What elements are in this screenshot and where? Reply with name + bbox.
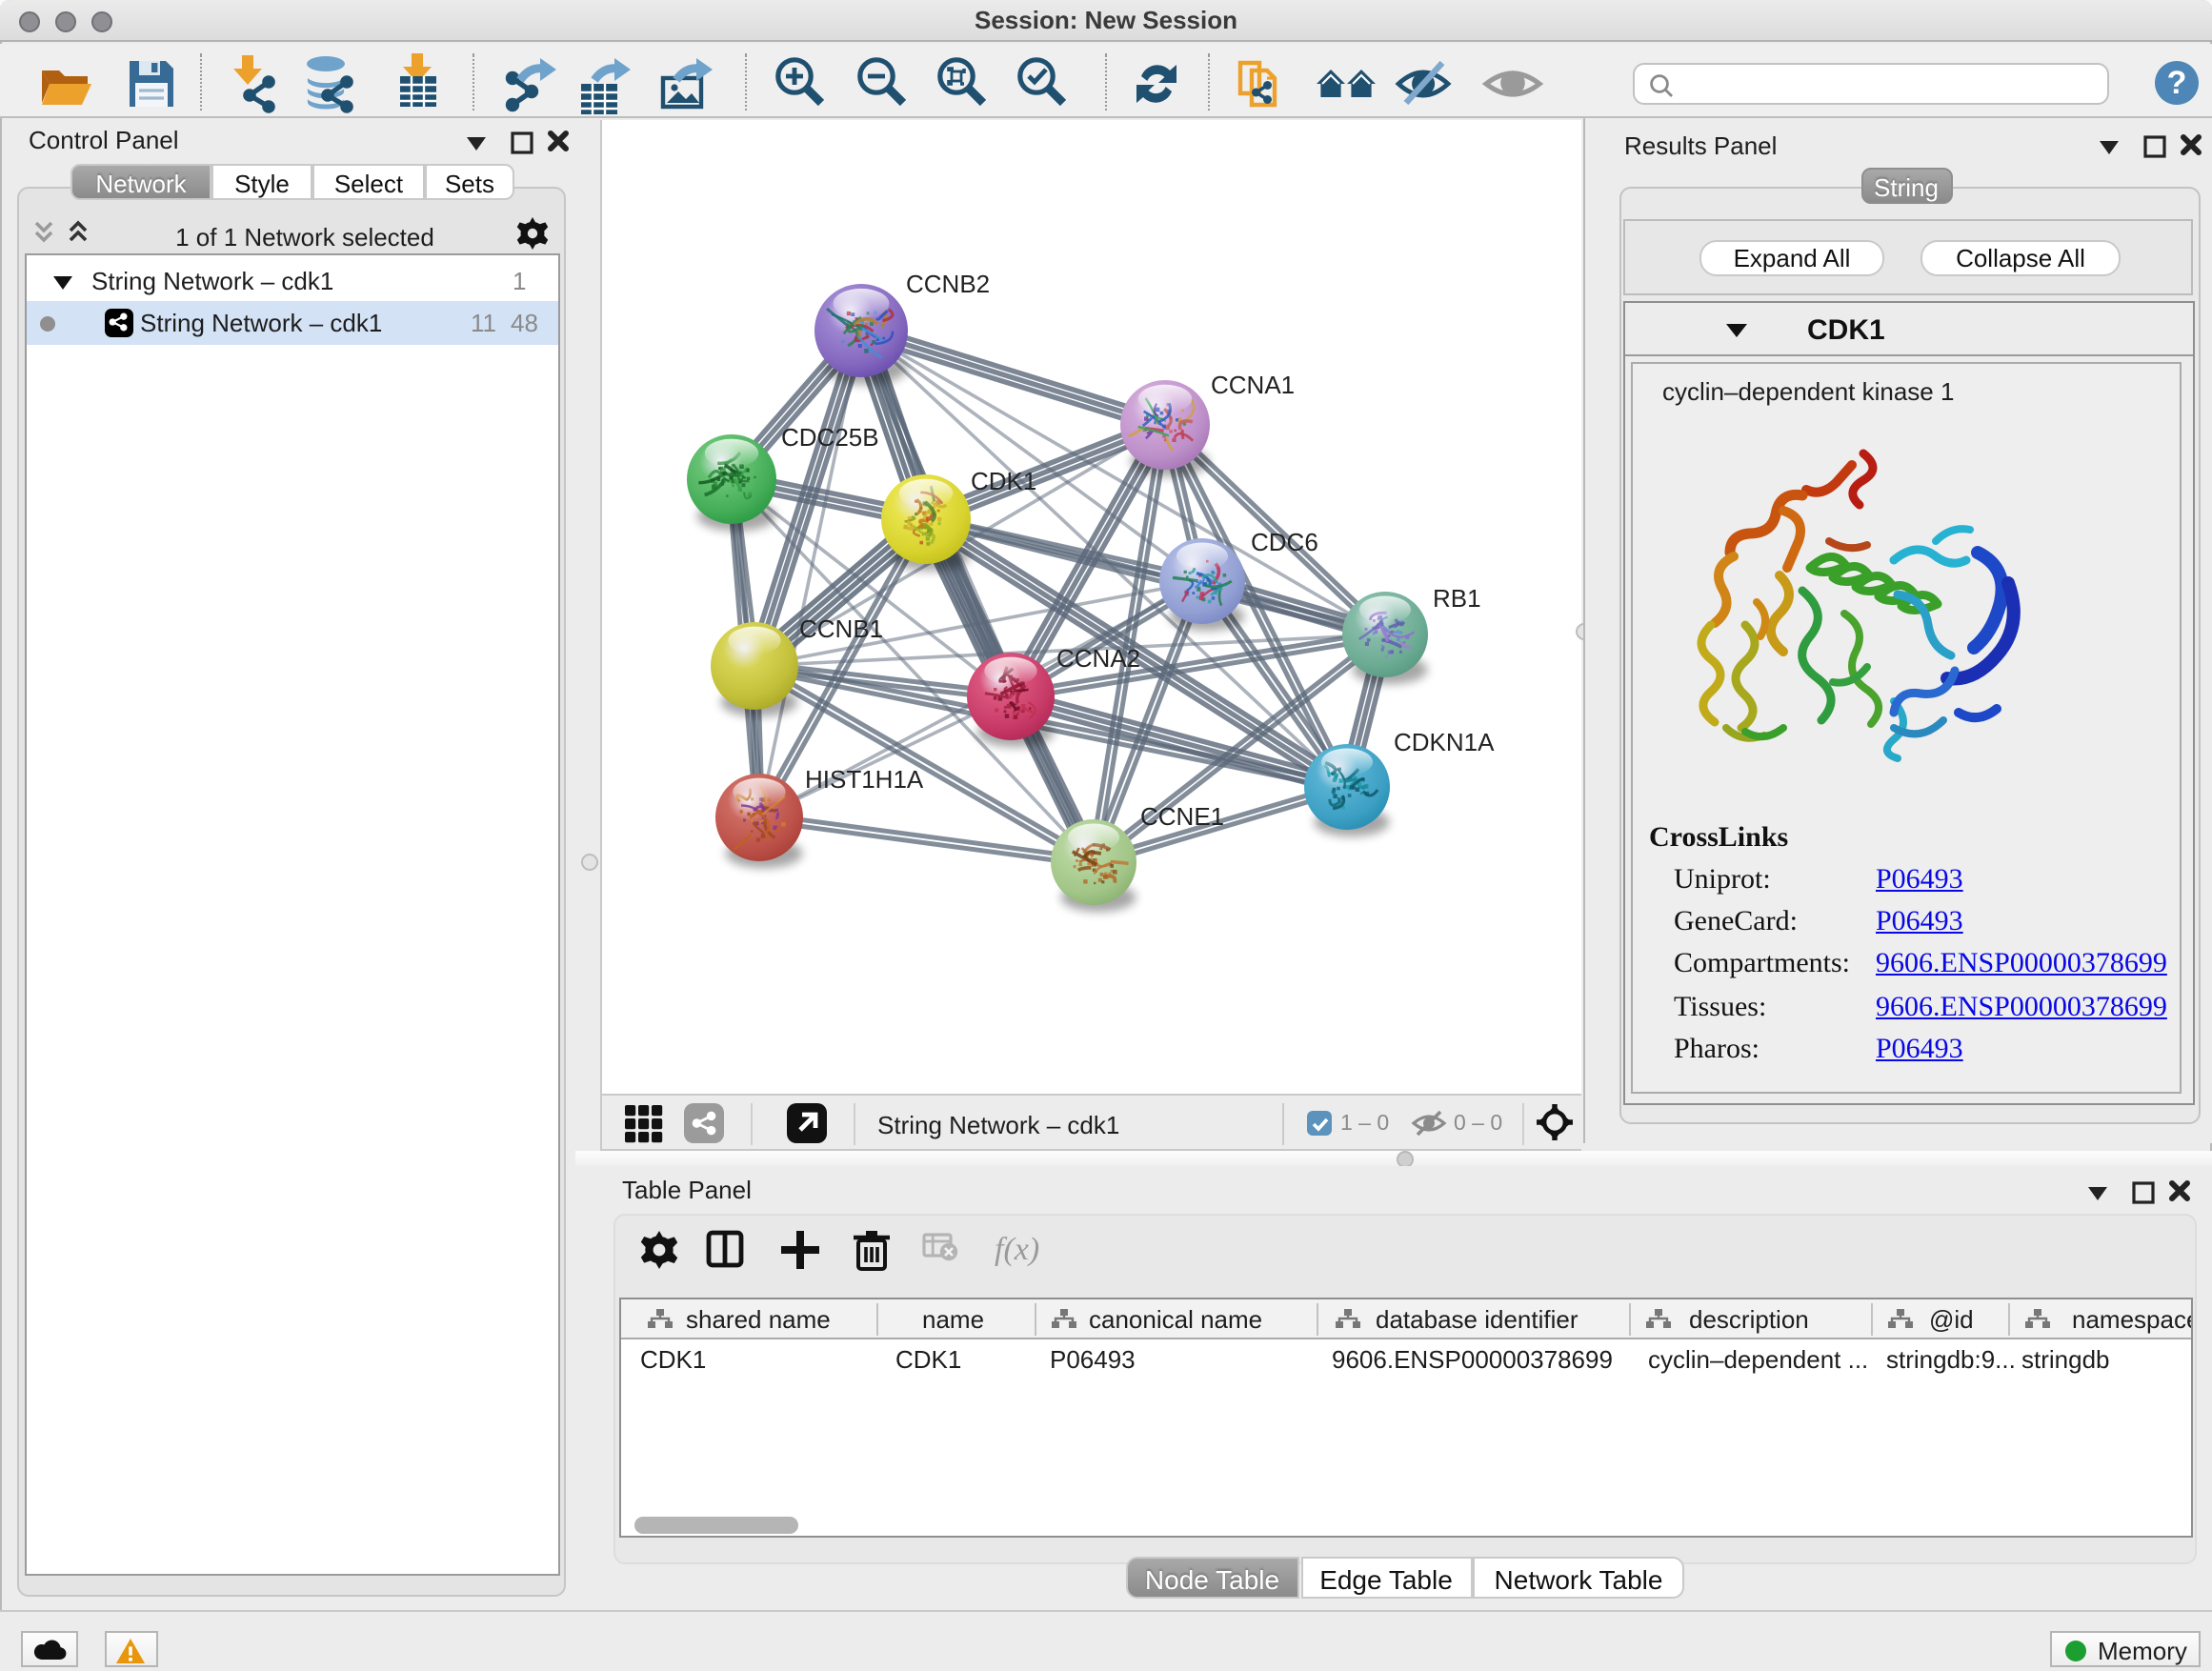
svg-text:CCNA2: CCNA2 [1056, 644, 1139, 673]
svg-text:f(x): f(x) [995, 1231, 1039, 1266]
svg-text:CCNB2: CCNB2 [905, 270, 989, 298]
svg-text:CCNB1: CCNB1 [798, 614, 882, 643]
svg-text:HIST1H1A: HIST1H1A [804, 765, 923, 794]
svg-text:CCNA1: CCNA1 [1210, 371, 1294, 399]
svg-text:CDK1: CDK1 [970, 467, 1036, 495]
svg-text:RB1: RB1 [1432, 584, 1480, 613]
svg-text:CCNE1: CCNE1 [1139, 802, 1223, 831]
svg-text:CDKN1A: CDKN1A [1393, 728, 1494, 756]
svg-text:CDC25B: CDC25B [780, 423, 878, 452]
svg-text:CDC6: CDC6 [1250, 528, 1317, 556]
